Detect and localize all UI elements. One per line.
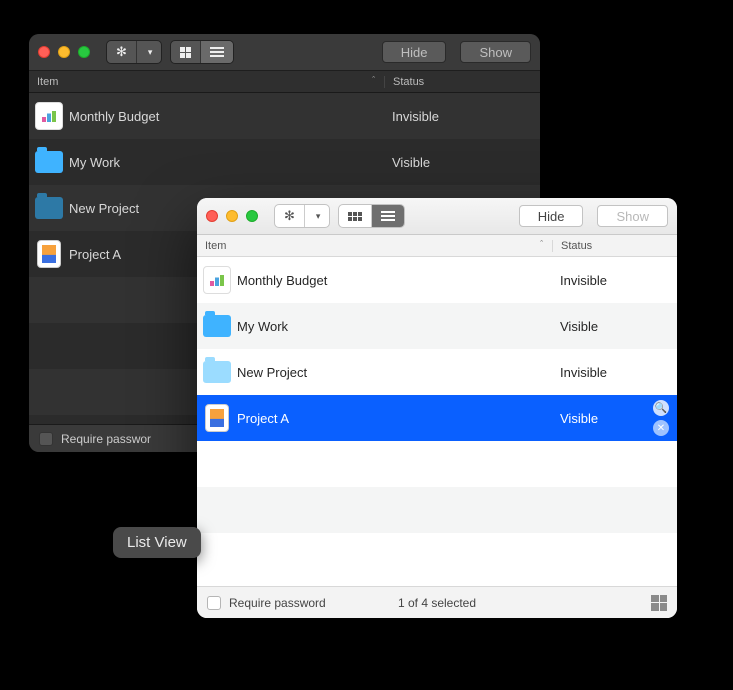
view-mode-segment <box>170 40 234 64</box>
row-status: Visible <box>384 155 540 170</box>
gear-menu[interactable]: ✻ <box>107 41 137 63</box>
hide-button[interactable]: Hide <box>382 41 447 63</box>
close-icon: ✕ <box>657 423 665 434</box>
column-header-item-label: Item <box>205 240 226 252</box>
row-status: Visible <box>552 411 653 426</box>
list-view-icon <box>381 211 395 221</box>
column-header-item[interactable]: Item ＾ <box>197 239 552 252</box>
maximize-button[interactable] <box>246 210 258 222</box>
grid-view-button[interactable] <box>339 205 372 227</box>
chevron-down-icon: ▾ <box>148 47 153 58</box>
folder-faded-icon <box>203 361 231 383</box>
close-button[interactable] <box>206 210 218 222</box>
table-body: Monthly Budget Invisible My Work Visible… <box>197 257 677 586</box>
gear-menu-dropdown[interactable]: ▾ <box>305 205 330 227</box>
close-button[interactable] <box>38 46 50 58</box>
table-row-selected[interactable]: Project A Visible 🔍 ✕ <box>197 395 677 441</box>
column-header-item-label: Item <box>37 76 58 88</box>
document-icon <box>205 404 229 432</box>
action-menu-segment: ✻ ▾ <box>106 40 162 64</box>
row-name: New Project <box>237 365 552 380</box>
table-row-empty <box>197 487 677 533</box>
row-name: Monthly Budget <box>237 273 552 288</box>
show-button[interactable]: Show <box>460 41 531 63</box>
table-row[interactable]: My Work Visible <box>197 303 677 349</box>
grid-view-button[interactable] <box>171 41 201 63</box>
row-name: My Work <box>69 155 384 170</box>
row-name: Monthly Budget <box>69 109 384 124</box>
show-button[interactable]: Show <box>597 205 668 227</box>
gear-menu-dropdown[interactable]: ▾ <box>137 41 162 63</box>
require-password-checkbox[interactable] <box>39 432 53 446</box>
traffic-lights <box>38 46 90 58</box>
selection-status: 1 of 4 selected <box>398 596 476 610</box>
action-menu-segment: ✻ ▾ <box>274 204 330 228</box>
magnifier-icon: 🔍 <box>655 403 667 414</box>
row-name: My Work <box>237 319 552 334</box>
gear-menu[interactable]: ✻ <box>275 205 305 227</box>
row-name: Project A <box>237 411 552 426</box>
chevron-down-icon: ▾ <box>316 211 321 222</box>
gear-icon: ✻ <box>284 208 295 224</box>
row-status: Visible <box>552 319 677 334</box>
titlebar: ✻ ▾ Hide Show <box>197 198 677 235</box>
row-status: Invisible <box>384 109 540 124</box>
row-status: Invisible <box>552 365 677 380</box>
footer-bar: Require password 1 of 4 selected <box>197 586 677 618</box>
require-password-checkbox[interactable] <box>207 596 221 610</box>
quicklook-button[interactable]: 🔍 <box>653 400 669 416</box>
remove-row-button[interactable]: ✕ <box>653 420 669 436</box>
require-password-label: Require password <box>229 596 326 610</box>
maximize-button[interactable] <box>78 46 90 58</box>
titlebar: ✻ ▾ Hide Show <box>29 34 540 71</box>
window-light: ✻ ▾ Hide Show Item ＾ Status Monthly Budg… <box>197 198 677 618</box>
column-header-status[interactable]: Status <box>384 76 540 88</box>
list-view-button[interactable] <box>372 205 404 227</box>
chart-icon <box>203 266 231 294</box>
table-row[interactable]: My Work Visible <box>29 139 540 185</box>
tooltip: List View <box>113 527 201 558</box>
table-row[interactable]: Monthly Budget Invisible <box>29 93 540 139</box>
folder-icon <box>35 151 63 173</box>
require-password-label: Require passwor <box>61 432 151 446</box>
column-header-status[interactable]: Status <box>552 240 677 252</box>
view-mode-segment <box>338 204 405 228</box>
chart-icon <box>35 102 63 130</box>
gear-icon: ✻ <box>116 44 127 60</box>
document-icon <box>37 240 61 268</box>
column-header-row: Item ＾ Status <box>29 71 540 93</box>
row-actions: 🔍 ✕ <box>653 400 669 436</box>
table-row-empty <box>197 533 677 579</box>
column-header-item[interactable]: Item ＾ <box>29 75 384 88</box>
sort-ascending-icon: ＾ <box>369 75 378 88</box>
grid-icon <box>651 595 667 611</box>
folder-dark-icon <box>35 197 63 219</box>
grid-view-icon <box>180 47 191 58</box>
minimize-button[interactable] <box>226 210 238 222</box>
traffic-lights <box>206 210 258 222</box>
table-row[interactable]: New Project Invisible <box>197 349 677 395</box>
grid-view-icon <box>348 212 362 221</box>
column-header-row: Item ＾ Status <box>197 235 677 257</box>
table-row[interactable]: Monthly Budget Invisible <box>197 257 677 303</box>
row-status: Invisible <box>552 273 677 288</box>
table-row-empty <box>197 441 677 487</box>
folder-icon <box>203 315 231 337</box>
minimize-button[interactable] <box>58 46 70 58</box>
sort-ascending-icon: ＾ <box>537 239 546 252</box>
hide-button[interactable]: Hide <box>519 205 584 227</box>
list-view-icon <box>210 47 224 57</box>
grid-mode-footer-button[interactable] <box>651 595 667 611</box>
list-view-button[interactable] <box>201 41 233 63</box>
